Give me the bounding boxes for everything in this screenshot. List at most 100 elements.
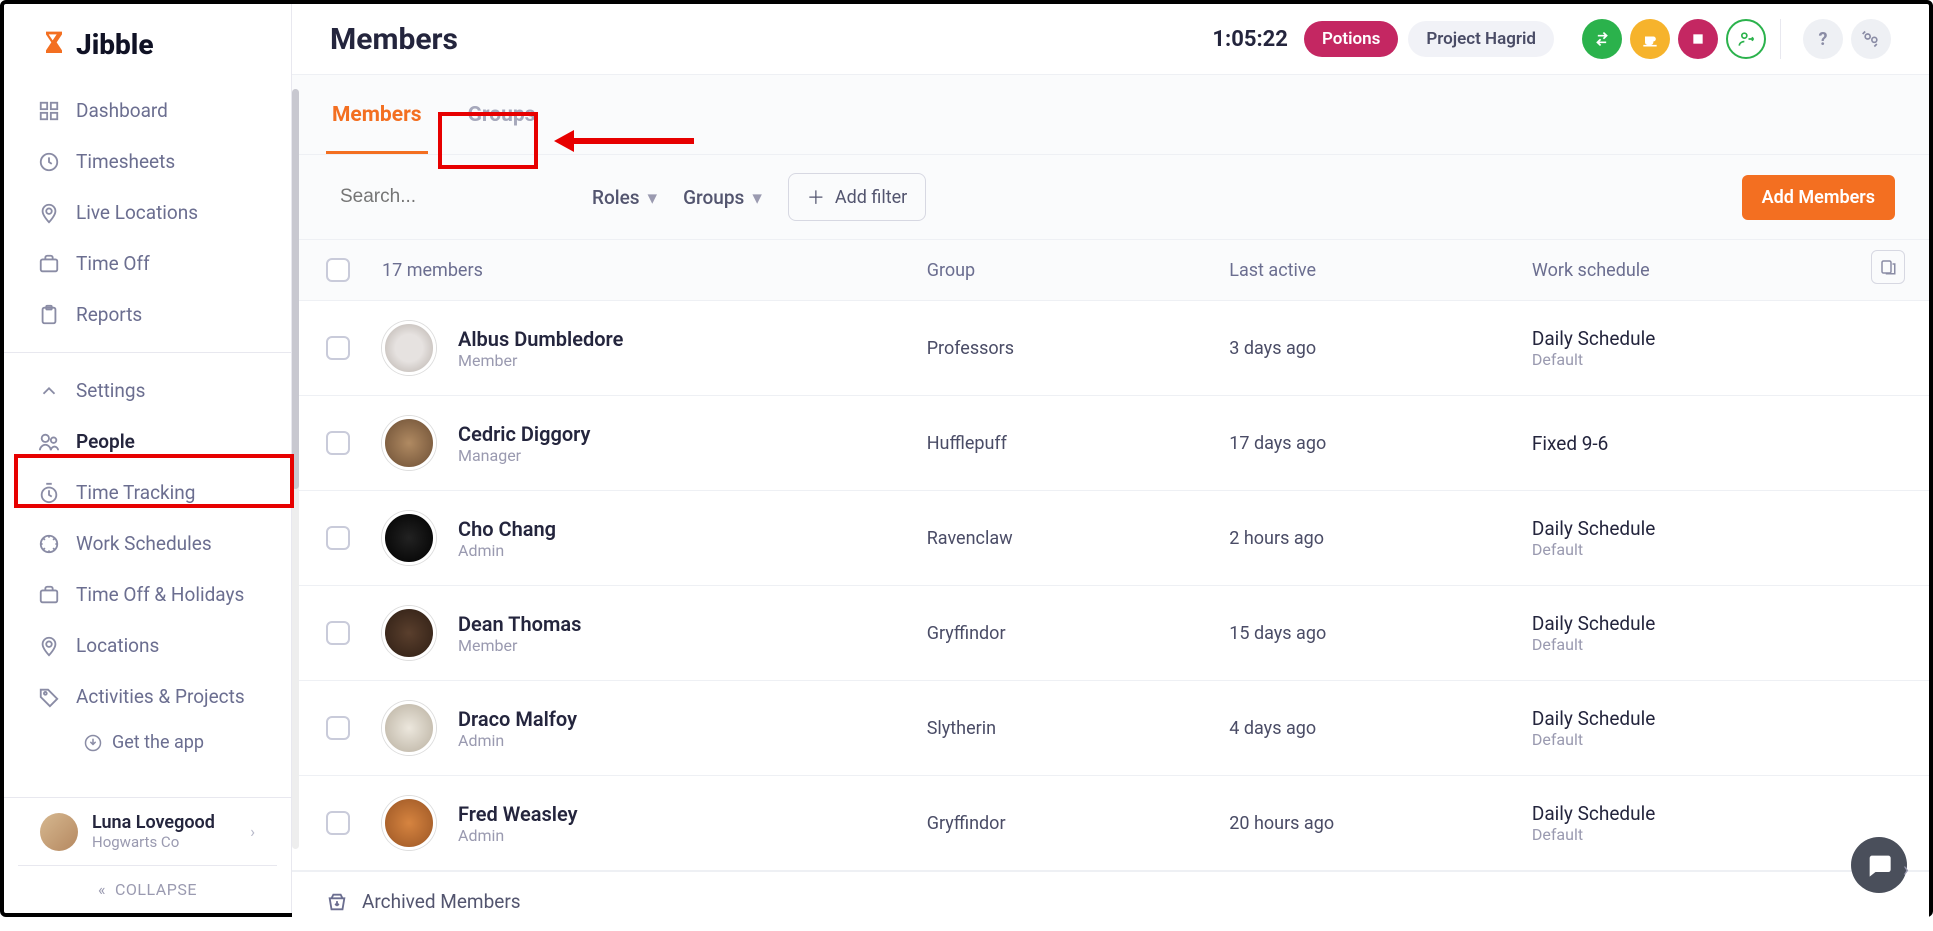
add-filter-button[interactable]: ＋ Add filter — [788, 173, 926, 221]
help-button[interactable]: ? — [1803, 19, 1843, 59]
sidebar-item-time-off[interactable]: Time Off — [4, 238, 291, 289]
scrollbar-thumb[interactable] — [292, 89, 299, 489]
tab-members[interactable]: Members — [326, 75, 428, 154]
row-checkbox[interactable] — [326, 811, 350, 835]
row-checkbox[interactable] — [326, 336, 350, 360]
briefcase-icon — [38, 253, 60, 275]
avatar — [382, 511, 436, 565]
member-role: Member — [458, 636, 581, 655]
sidebar-item-time-tracking[interactable]: Time Tracking — [4, 467, 291, 518]
member-schedule: Daily Schedule — [1532, 707, 1895, 730]
sidebar-item-label: Time Tracking — [76, 481, 195, 504]
sidebar-item-label: Activities & Projects — [76, 685, 245, 708]
logo-text: Jibble — [76, 28, 154, 61]
tag-icon — [38, 686, 60, 708]
archived-members[interactable]: Archived Members — [292, 871, 1929, 931]
pill-activity[interactable]: Potions — [1304, 21, 1398, 57]
member-role: Member — [458, 351, 623, 370]
member-last-active: 3 days ago — [1229, 338, 1532, 359]
archive-icon — [326, 891, 348, 913]
coffee-icon — [1640, 29, 1660, 49]
table-row[interactable]: Dean ThomasMemberGryffindor15 days agoDa… — [292, 586, 1929, 681]
select-all-checkbox[interactable] — [326, 258, 350, 282]
stop-button[interactable] — [1678, 19, 1718, 59]
filter-groups[interactable]: Groups ▾ — [683, 186, 762, 209]
member-last-active: 15 days ago — [1229, 623, 1532, 644]
collapse-label: COLLAPSE — [115, 880, 197, 899]
user-org: Hogwarts Co — [92, 833, 215, 851]
member-schedule: Daily Schedule — [1532, 612, 1895, 635]
sidebar: Jibble DashboardTimesheetsLive Locations… — [4, 4, 292, 913]
member-schedule: Fixed 9-6 — [1532, 432, 1895, 455]
row-checkbox[interactable] — [326, 621, 350, 645]
search-box[interactable] — [326, 186, 566, 208]
sidebar-item-label: People — [76, 430, 135, 453]
member-group: Hufflepuff — [927, 433, 1230, 454]
tab-groups[interactable]: Groups — [462, 75, 542, 154]
clock-in-button[interactable] — [1582, 19, 1622, 59]
user-menu[interactable]: Luna Lovegood Hogwarts Co › — [18, 798, 277, 865]
sidebar-item-locations[interactable]: Locations — [4, 620, 291, 671]
member-schedule-sub: Default — [1532, 730, 1895, 749]
member-last-active: 20 hours ago — [1229, 813, 1532, 834]
nav: DashboardTimesheetsLive LocationsTime Of… — [4, 81, 291, 797]
chat-button[interactable] — [1851, 837, 1907, 893]
sidebar-item-timesheets[interactable]: Timesheets — [4, 136, 291, 187]
clock-out-button[interactable] — [1726, 19, 1766, 59]
member-schedule: Daily Schedule — [1532, 327, 1895, 350]
chevron-right-icon[interactable]: › — [1903, 857, 1923, 877]
member-last-active: 4 days ago — [1229, 718, 1532, 739]
filter-roles[interactable]: Roles ▾ — [592, 186, 657, 209]
sidebar-item-reports[interactable]: Reports — [4, 289, 291, 340]
swap-icon — [1592, 29, 1612, 49]
avatar — [40, 813, 78, 851]
sidebar-item-settings[interactable]: Settings — [4, 365, 291, 416]
row-checkbox[interactable] — [326, 431, 350, 455]
user-name: Luna Lovegood — [92, 812, 215, 833]
member-schedule-sub: Default — [1532, 350, 1895, 369]
break-button[interactable] — [1630, 19, 1670, 59]
search-input[interactable] — [340, 186, 585, 208]
table-row[interactable]: Cho ChangAdminRavenclaw2 hours agoDaily … — [292, 491, 1929, 586]
column-last-active: Last active — [1229, 260, 1532, 281]
avatar — [382, 321, 436, 375]
table-row[interactable]: Draco MalfoyAdminSlytherin4 days agoDail… — [292, 681, 1929, 776]
pin-icon — [38, 635, 60, 657]
add-members-button[interactable]: Add Members — [1742, 175, 1895, 220]
sidebar-item-dashboard[interactable]: Dashboard — [4, 85, 291, 136]
member-name: Draco Malfoy — [458, 707, 577, 731]
chevron-down-icon: ▾ — [648, 186, 658, 209]
archived-label: Archived Members — [362, 890, 521, 913]
hourglass-icon — [38, 29, 70, 61]
timer: 1:05:22 — [1212, 27, 1288, 52]
member-role: Admin — [458, 541, 556, 560]
sidebar-item-live-locations[interactable]: Live Locations — [4, 187, 291, 238]
member-schedule: Daily Schedule — [1532, 517, 1895, 540]
sidebar-item-work-schedules[interactable]: Work Schedules — [4, 518, 291, 569]
row-checkbox[interactable] — [326, 526, 350, 550]
pill-project[interactable]: Project Hagrid — [1408, 21, 1554, 57]
table-row[interactable]: Fred WeasleyAdminGryffindor20 hours agoD… — [292, 776, 1929, 871]
row-checkbox[interactable] — [326, 716, 350, 740]
member-name: Cho Chang — [458, 517, 556, 541]
caret-up-icon — [38, 380, 60, 402]
collapse-button[interactable]: « COLLAPSE — [18, 865, 277, 913]
sidebar-item-activities-projects[interactable]: Activities & Projects — [4, 671, 291, 722]
export-icon — [1879, 258, 1897, 276]
filter-groups-label: Groups — [683, 186, 744, 209]
page-title: Members — [330, 22, 458, 57]
chat-icon — [1865, 851, 1893, 879]
sidebar-item-get-app[interactable]: Get the app — [4, 722, 291, 763]
chevron-right-icon: › — [250, 822, 255, 841]
table-row[interactable]: Cedric DiggoryManagerHufflepuff17 days a… — [292, 396, 1929, 491]
plus-icon: ＋ — [807, 184, 825, 210]
org-switcher-button[interactable] — [1851, 19, 1891, 59]
sidebar-item-people[interactable]: People — [4, 416, 291, 467]
table-row[interactable]: Albus DumbledoreMemberProfessors3 days a… — [292, 301, 1929, 396]
export-button[interactable] — [1871, 250, 1905, 284]
pin-icon — [38, 202, 60, 224]
sidebar-item-time-off-holidays[interactable]: Time Off & Holidays — [4, 569, 291, 620]
table-header: 17 members Group Last active Work schedu… — [292, 239, 1929, 301]
logo[interactable]: Jibble — [4, 4, 291, 81]
avatar — [382, 796, 436, 850]
